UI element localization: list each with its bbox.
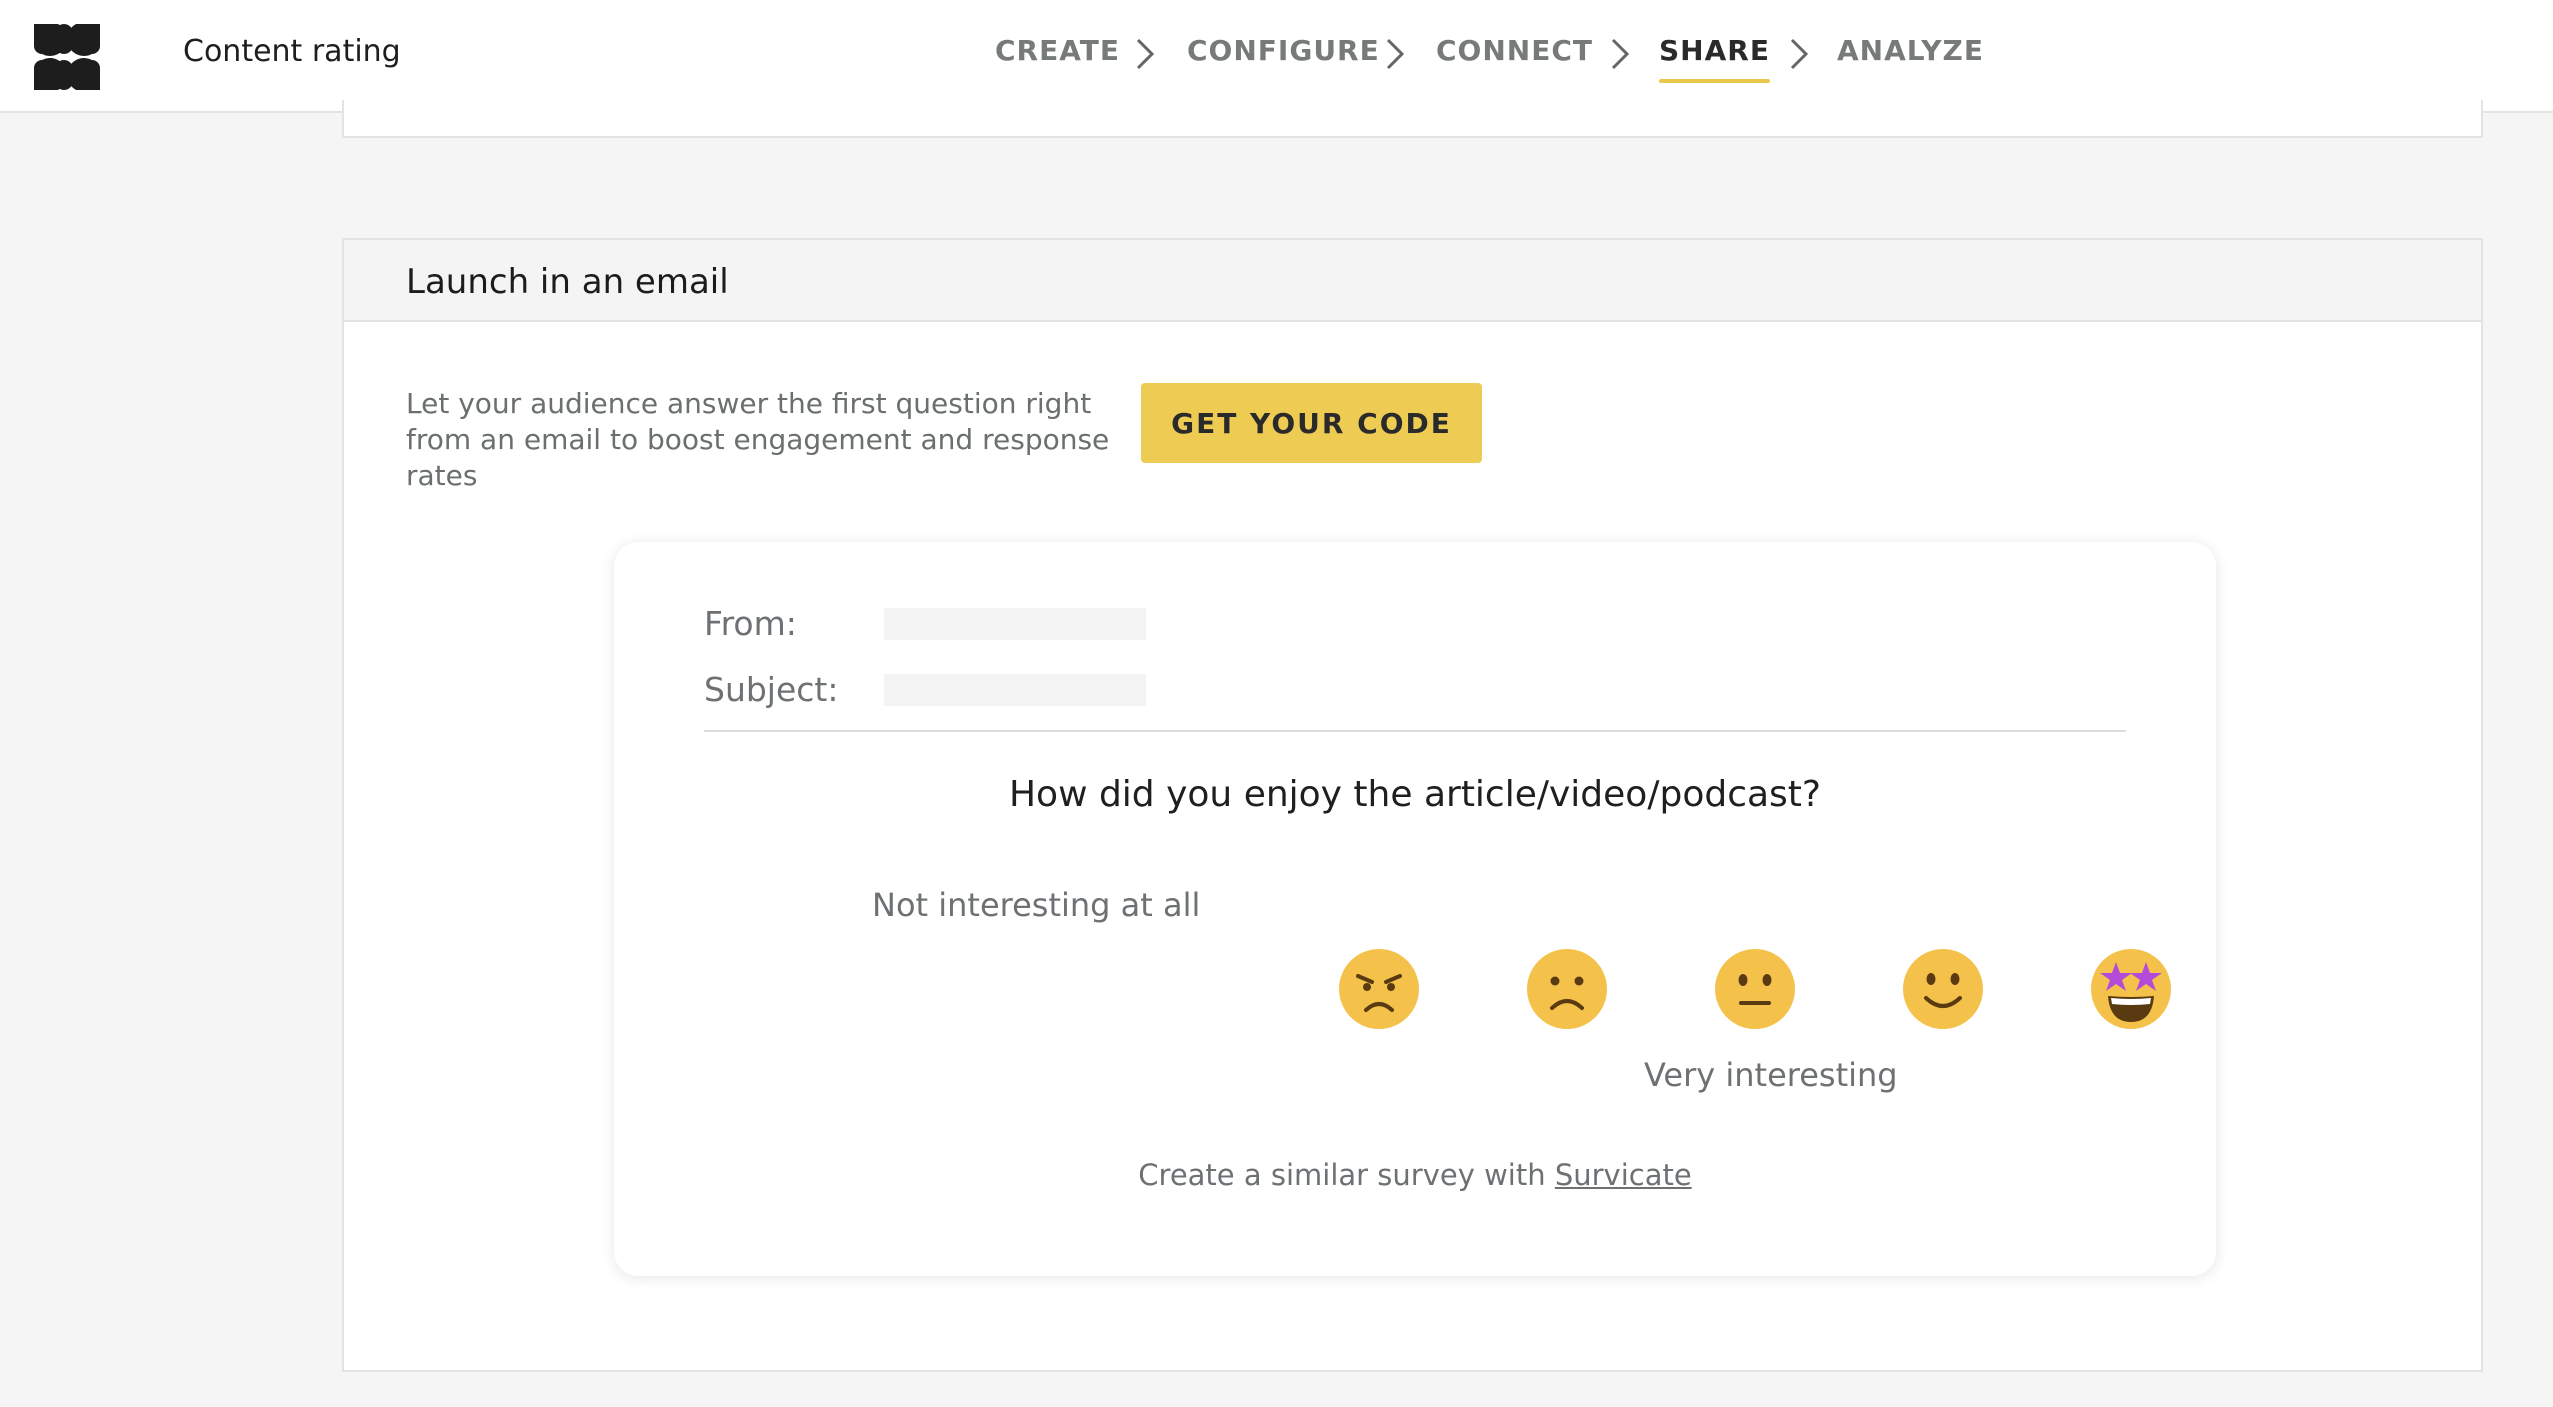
step-configure[interactable]: CONFIGURE xyxy=(1187,34,1380,67)
footer-note: Create a similar survey with Survicate xyxy=(614,1158,2216,1192)
star-struck-face-icon[interactable] xyxy=(2090,948,2172,1030)
scale-high-label: Very interesting xyxy=(1644,1056,1898,1094)
section-description: Let your audience answer the first quest… xyxy=(406,387,1110,492)
previous-section-card xyxy=(342,100,2483,138)
step-analyze[interactable]: ANALYZE xyxy=(1837,34,1984,67)
step-share[interactable]: SHARE xyxy=(1659,34,1770,83)
subject-label: Subject: xyxy=(704,670,839,709)
launch-in-email-card: Launch in an email Let your audience ans… xyxy=(342,238,2483,1372)
step-create[interactable]: CREATE xyxy=(995,34,1120,67)
angry-face-icon[interactable] xyxy=(1338,948,1420,1030)
section-title: Launch in an email xyxy=(406,262,729,302)
from-value-placeholder xyxy=(884,608,1146,640)
email-preview: From: Subject: How did you enjoy the art… xyxy=(614,542,2216,1276)
neutral-face-icon[interactable] xyxy=(1714,948,1796,1030)
chevron-right-icon xyxy=(1136,38,1155,70)
chevron-right-icon xyxy=(1611,38,1630,70)
frowning-face-icon[interactable] xyxy=(1526,948,1608,1030)
divider xyxy=(704,730,2126,732)
survey-question: How did you enjoy the article/video/podc… xyxy=(1008,774,1822,815)
footer-text: Create a similar survey with xyxy=(1138,1158,1555,1192)
from-label: From: xyxy=(704,604,797,643)
get-your-code-button[interactable]: GET YOUR CODE xyxy=(1141,383,1482,463)
card-header: Launch in an email xyxy=(344,240,2481,322)
step-navigation: CREATE CONFIGURE CONNECT SHARE ANALYZE xyxy=(0,0,2553,113)
subject-value-placeholder xyxy=(884,674,1146,706)
survicate-link[interactable]: Survicate xyxy=(1555,1158,1692,1192)
step-connect[interactable]: CONNECT xyxy=(1436,34,1593,67)
top-bar: Content rating CREATE CONFIGURE CONNECT … xyxy=(0,0,2553,113)
slightly-smiling-face-icon[interactable] xyxy=(1902,948,1984,1030)
chevron-right-icon xyxy=(1790,38,1809,70)
chevron-right-icon xyxy=(1386,38,1405,70)
scale-low-label: Not interesting at all xyxy=(872,886,1201,924)
